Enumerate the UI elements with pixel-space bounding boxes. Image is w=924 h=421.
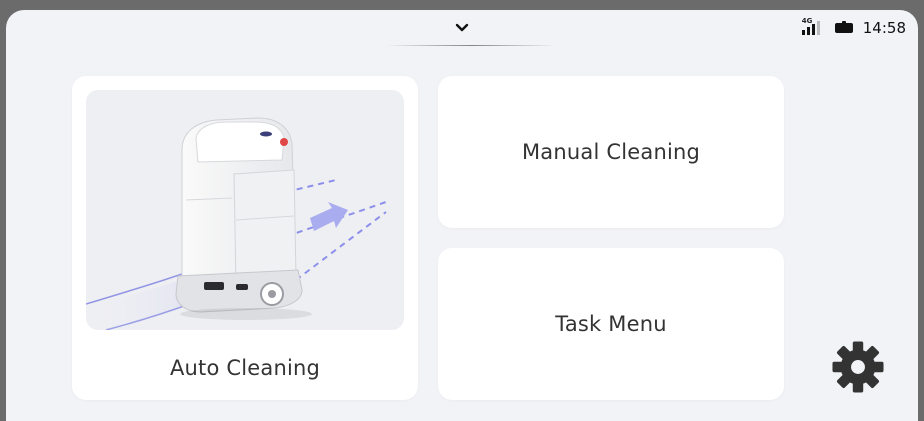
gear-icon <box>832 341 884 393</box>
auto-cleaning-card[interactable]: Auto Cleaning <box>72 76 418 400</box>
cellular-signal-icon: 4G <box>801 17 825 38</box>
settings-button[interactable] <box>828 337 888 397</box>
manual-cleaning-label: Manual Cleaning <box>521 140 701 164</box>
battery-icon <box>834 21 853 33</box>
pulldown-indicator-line <box>386 45 556 46</box>
task-menu-label: Task Menu <box>555 312 667 336</box>
task-menu-card[interactable]: Task Menu <box>438 248 784 400</box>
pulldown-handle[interactable] <box>452 18 472 38</box>
chevron-down-icon <box>455 23 469 32</box>
status-icons: 4G 14:58 <box>801 10 906 46</box>
clock-time: 14:58 <box>862 19 906 37</box>
app-screen: 4G 14:58 Auto Cleaning Manual Cleaning T… <box>6 10 918 421</box>
status-bar: 4G 14:58 <box>6 10 918 46</box>
auto-cleaning-label: Auto Cleaning <box>169 356 321 380</box>
robot-cleaner-illustration <box>86 90 404 330</box>
manual-cleaning-card[interactable]: Manual Cleaning <box>438 76 784 228</box>
